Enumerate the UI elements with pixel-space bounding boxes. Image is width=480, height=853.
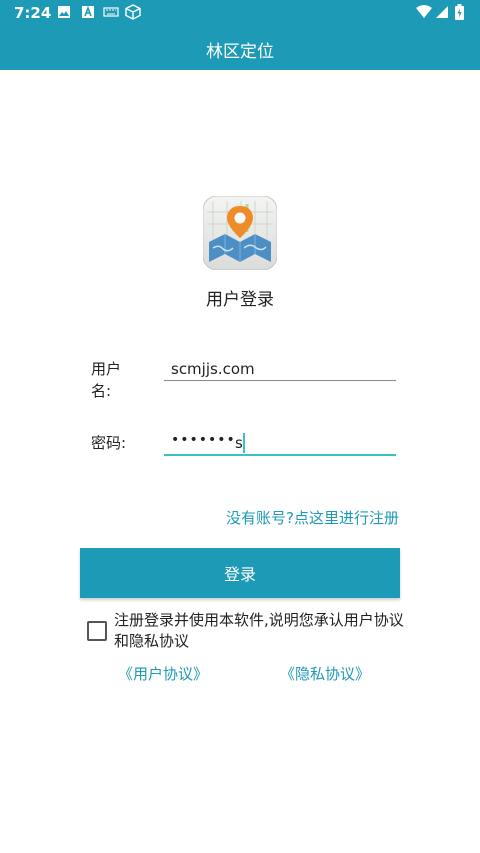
username-input[interactable]: scmjjs.com: [164, 358, 396, 381]
app-map-pin-logo: [203, 196, 277, 270]
keyboard-icon: [103, 7, 119, 17]
status-bar: 7:24: [0, 0, 480, 26]
cube-icon: [125, 4, 141, 20]
status-time: 7:24: [14, 4, 52, 22]
user-agreement-link[interactable]: 《用户协议》: [118, 663, 208, 684]
a-icon: [82, 5, 94, 18]
agree-checkbox[interactable]: [87, 621, 107, 641]
login-button[interactable]: 登录: [80, 548, 400, 598]
username-label: 用户名:: [91, 360, 122, 400]
app-title: 林区定位: [206, 42, 274, 62]
text-caret: [243, 433, 245, 453]
battery-icon: [455, 4, 464, 20]
wifi-icon: [416, 5, 432, 18]
password-last-char: s: [235, 434, 243, 452]
privacy-policy-link[interactable]: 《隐私协议》: [280, 663, 370, 684]
password-masked: •••••••: [171, 432, 236, 448]
image-icon: [58, 6, 70, 18]
app-bar: 林区定位: [0, 26, 480, 70]
username-value: scmjjs.com: [171, 360, 255, 378]
password-input[interactable]: ••••••• s: [164, 432, 396, 456]
password-label: 密码:: [91, 434, 127, 452]
signal-icon: [436, 6, 448, 18]
login-heading: 用户登录: [206, 290, 274, 310]
register-link[interactable]: 没有账号?点这里进行注册: [226, 507, 399, 528]
agree-text: 注册登录并使用本软件,说明您承认用户协议和隐私协议: [114, 611, 404, 650]
